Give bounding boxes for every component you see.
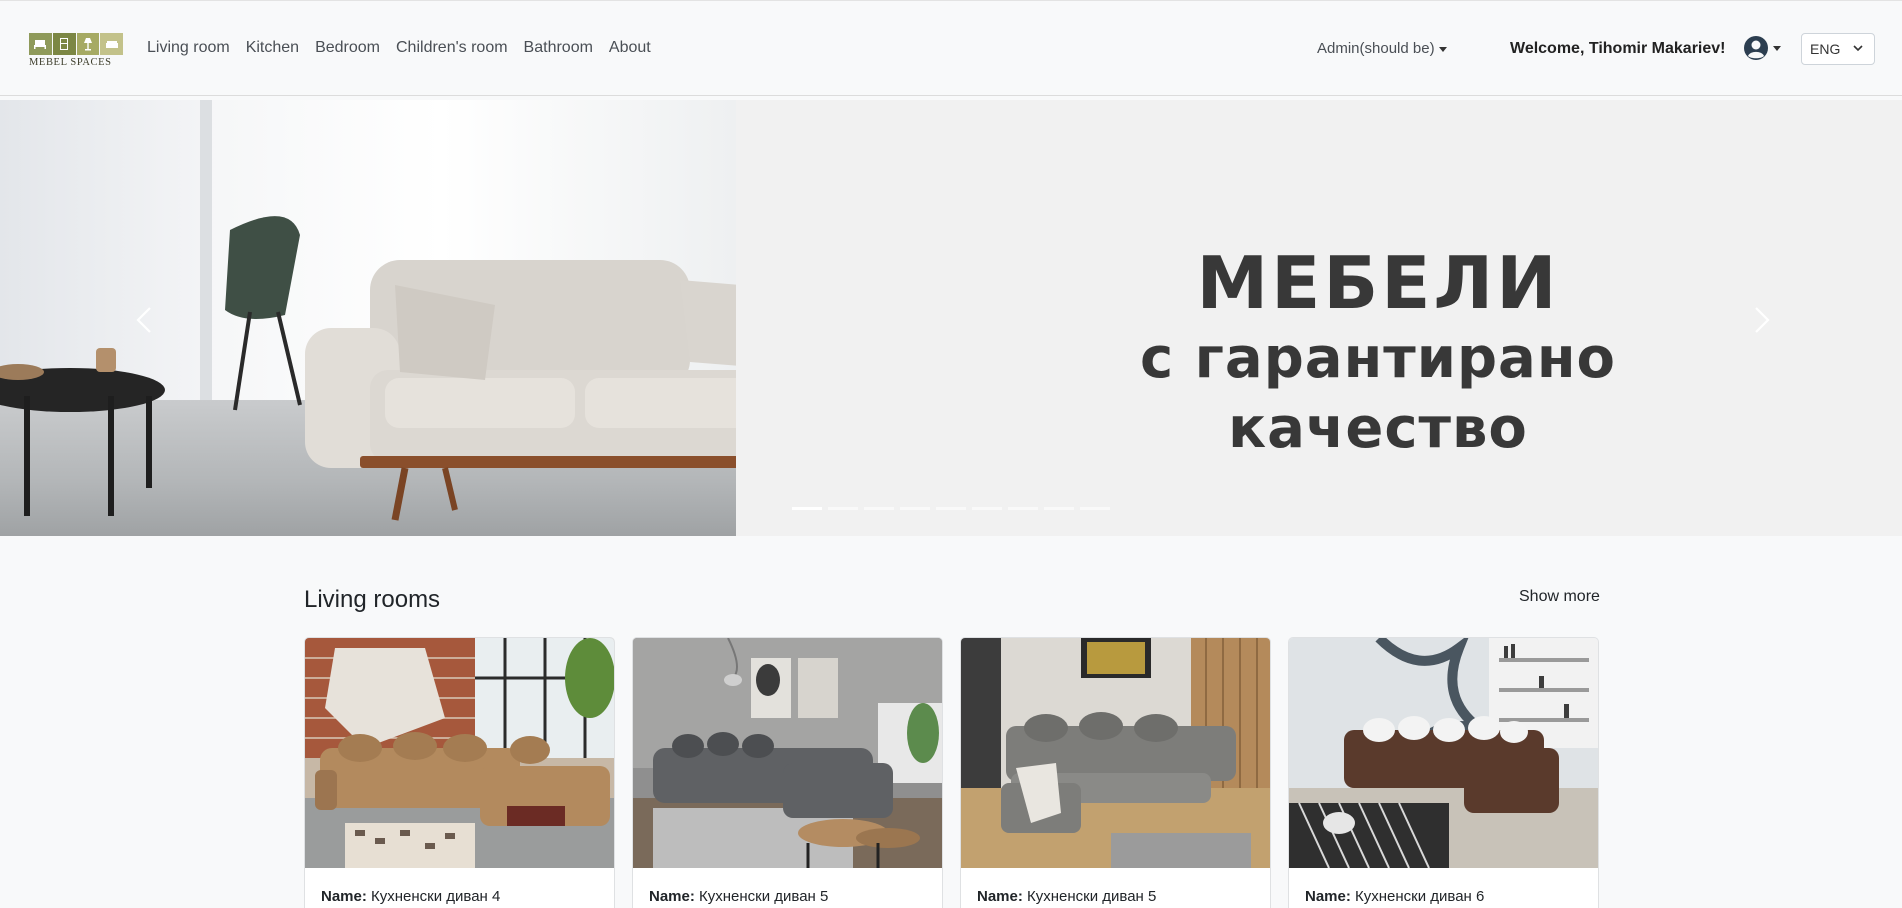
product-name: Name: Кухненски диван 5: [633, 868, 942, 908]
lamp-icon: [76, 33, 100, 55]
carousel-prev-button[interactable]: [130, 300, 160, 340]
welcome-message: Welcome, Tihomir Makariev!: [1510, 40, 1726, 57]
product-name-label: Name:: [977, 888, 1023, 905]
language-select[interactable]: ENG: [1801, 33, 1875, 65]
caret-down-icon: [1438, 46, 1447, 52]
sofa-photo: [961, 638, 1270, 868]
carousel-indicator[interactable]: [972, 507, 1002, 510]
product-name: Name: Кухненски диван 4: [305, 868, 614, 908]
carousel-indicator[interactable]: [828, 507, 858, 510]
product-card[interactable]: Name: Кухненски диван 5: [632, 637, 943, 908]
navbar: MEBEL SPACES Living room Kitchen Bedroom…: [0, 0, 1902, 96]
product-card[interactable]: Name: Кухненски диван 4: [304, 637, 615, 908]
carousel-indicators: [792, 507, 1110, 510]
product-name: Name: Кухненски диван 5: [961, 868, 1270, 908]
bed-icon: [29, 33, 52, 55]
carousel-indicator[interactable]: [1008, 507, 1038, 510]
carousel-indicator[interactable]: [792, 507, 822, 510]
carousel-indicator[interactable]: [1080, 507, 1110, 510]
chevron-left-icon: [136, 307, 151, 333]
product-image: [1289, 638, 1598, 868]
living-room-illustration: [0, 216, 736, 521]
carousel-indicator[interactable]: [936, 507, 966, 510]
nav-living-room[interactable]: Living room: [147, 39, 230, 57]
hero-headline-line1: МЕБЕЛИ: [1196, 241, 1560, 325]
logo-tiles: [29, 33, 123, 55]
product-card-list: Name: Кухненски диван 4 Name: Кухненски …: [304, 637, 1599, 908]
nav-kitchen[interactable]: Kitchen: [246, 39, 299, 57]
carousel-indicator[interactable]: [900, 507, 930, 510]
sofa-photo: [1289, 638, 1598, 868]
product-name-label: Name:: [1305, 888, 1351, 905]
product-name-label: Name:: [321, 888, 367, 905]
product-name-value: Кухненски диван 5: [699, 888, 829, 905]
sofa-photo: [305, 638, 614, 868]
chevron-down-icon: [1853, 45, 1863, 52]
language-value: ENG: [1810, 41, 1841, 57]
user-circle-icon: [1744, 36, 1768, 60]
caret-down-icon: [1773, 45, 1781, 51]
section-title: Living rooms: [304, 586, 441, 613]
nav-about[interactable]: About: [609, 39, 651, 57]
hero-headline: МЕБЕЛИ с гарантирано качество: [994, 242, 1762, 464]
admin-dropdown-label: Admin(should be): [1317, 40, 1435, 57]
cabinet-icon: [52, 33, 76, 55]
logo-text: MEBEL SPACES: [29, 57, 112, 68]
user-menu-dropdown[interactable]: [1743, 35, 1781, 61]
chevron-right-icon: [1755, 307, 1770, 333]
nav-bathroom[interactable]: Bathroom: [524, 39, 593, 57]
brand-logo[interactable]: MEBEL SPACES: [29, 33, 123, 68]
product-name-value: Кухненски диван 5: [1027, 888, 1157, 905]
sofa-icon: [100, 33, 123, 55]
carousel-indicator[interactable]: [1044, 507, 1074, 510]
product-name-value: Кухненски диван 4: [371, 888, 501, 905]
product-card[interactable]: Name: Кухненски диван 6: [1288, 637, 1599, 908]
product-image: [305, 638, 614, 868]
admin-dropdown[interactable]: Admin(should be): [1317, 40, 1447, 57]
carousel-indicator[interactable]: [864, 507, 894, 510]
nav-childrens-room[interactable]: Children's room: [396, 39, 508, 57]
nav-bedroom[interactable]: Bedroom: [315, 39, 380, 57]
product-image: [961, 638, 1270, 868]
hero-sofa-photo: [0, 100, 736, 536]
hero-carousel: МЕБЕЛИ с гарантирано качество: [0, 100, 1902, 536]
product-name: Name: Кухненски диван 6: [1289, 868, 1598, 908]
main-nav: Living room Kitchen Bedroom Children's r…: [147, 39, 651, 57]
show-more-link[interactable]: Show more: [1519, 588, 1600, 606]
product-name-label: Name:: [649, 888, 695, 905]
hero-headline-line2: с гарантирано качество: [1139, 326, 1617, 461]
product-name-value: Кухненски диван 6: [1355, 888, 1485, 905]
product-card[interactable]: Name: Кухненски диван 5: [960, 637, 1271, 908]
carousel-next-button[interactable]: [1746, 300, 1776, 340]
sofa-photo: [633, 638, 942, 868]
product-image: [633, 638, 942, 868]
